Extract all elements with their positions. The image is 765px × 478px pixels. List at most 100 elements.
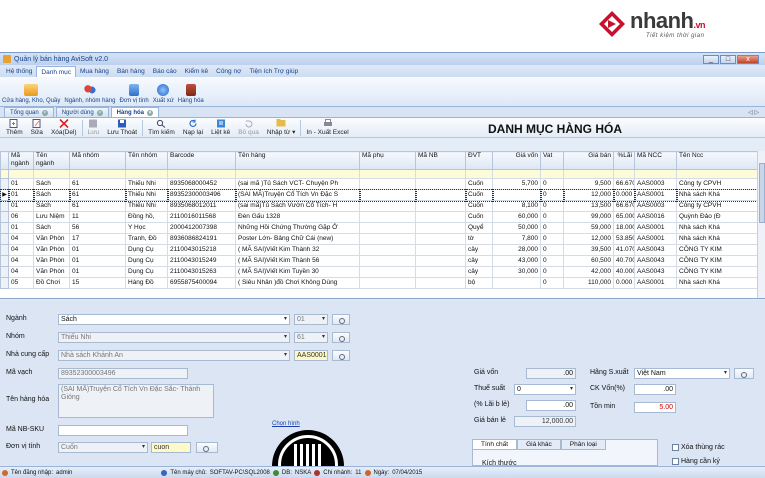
table-cell[interactable]: Cuốn	[465, 200, 493, 212]
table-cell[interactable]: 9,500	[563, 178, 614, 190]
filter-cell[interactable]	[676, 169, 761, 179]
table-cell[interactable]: ( MÃ SAI)Viết Kim Thành 56	[235, 255, 360, 267]
table-cell[interactable]: 60,500	[563, 255, 614, 267]
table-cell[interactable]: 2110043015249	[167, 255, 236, 267]
close-button[interactable]: x	[737, 54, 759, 64]
table-cell[interactable]: 8935068000452	[167, 178, 236, 190]
table-cell[interactable]: AAS0003	[634, 200, 677, 212]
table-cell[interactable]: Công ty CPVH	[676, 200, 761, 212]
table-cell[interactable]	[359, 277, 416, 289]
menu-bao-cao[interactable]: Báo cáo	[149, 66, 181, 77]
table-cell[interactable]	[415, 244, 466, 256]
table-cell[interactable]: 0.000	[612, 188, 636, 202]
tab-tinh-chat[interactable]: Tính chất	[472, 439, 518, 450]
menu-danh-muc[interactable]: Danh mục	[36, 65, 77, 77]
table-cell[interactable]: 01	[8, 200, 34, 212]
table-cell[interactable]	[415, 233, 466, 245]
table-cell[interactable]: 99,000	[563, 211, 614, 223]
table-cell[interactable]	[491, 188, 542, 202]
nhom-code-select[interactable]: 61 ▾	[294, 332, 328, 343]
table-cell[interactable]: (sai mã)Tủ Sách Vườn Cổ Tích- H	[235, 200, 360, 212]
list-button[interactable]: Liệt kê	[207, 119, 234, 136]
table-cell[interactable]: (sai mã )Tủ Sách VCT- Chuyện Ph	[235, 178, 360, 190]
table-row[interactable]: 06 Lưu Niệm 11 Đồng hồ, 2110016011568 Đèn Gấu…	[0, 211, 761, 223]
row-indicator[interactable]	[0, 233, 9, 245]
cost-price-field[interactable]: .00	[526, 368, 576, 379]
table-row[interactable]: 01 Sách 56 Y Học 2000412007398 Những Hồi Chứn…	[0, 222, 761, 234]
table-cell[interactable]: Y Học	[125, 222, 168, 234]
table-cell[interactable]: 0	[540, 255, 564, 267]
table-cell[interactable]: 01	[8, 222, 34, 234]
table-cell[interactable]: Cuốn	[465, 211, 493, 223]
table-cell[interactable]	[415, 277, 466, 289]
menu-tien-ich[interactable]: Tiện ích Trợ giúp	[245, 66, 302, 77]
column-header[interactable]: Mã phụ	[359, 151, 416, 170]
product-image[interactable]	[272, 430, 344, 470]
discount-field[interactable]: .00	[634, 384, 676, 395]
column-header[interactable]: Tên Ncc	[676, 151, 761, 170]
table-cell[interactable]: 43,000	[492, 255, 541, 267]
tab-hang-hoa[interactable]: Hàng hóa ×	[110, 107, 160, 117]
sku-field[interactable]	[58, 425, 188, 436]
ncc-lookup-button[interactable]	[332, 350, 350, 361]
row-indicator[interactable]	[0, 222, 9, 234]
column-header[interactable]: Tên ngành	[33, 151, 70, 170]
table-cell[interactable]: Những Hồi Chứng Thường Gặp Ở	[235, 222, 360, 234]
table-cell[interactable]: Quyể	[465, 222, 493, 234]
table-cell[interactable]: 110,000	[563, 277, 614, 289]
table-cell[interactable]: 2110043015218	[167, 244, 236, 256]
table-cell[interactable]: Sách	[33, 222, 70, 234]
choose-image-link[interactable]: Chọn hình	[272, 421, 300, 427]
signature-checkbox[interactable]: Hàng cần ký	[672, 458, 720, 465]
table-cell[interactable]: AAS0001	[633, 188, 678, 202]
table-cell[interactable]	[359, 222, 416, 234]
table-row[interactable]: 04 Văn Phòn 01 Dụng Cụ 2110043015263( MÃ SAI…	[0, 266, 761, 278]
table-cell[interactable]: cây	[465, 244, 493, 256]
table-cell[interactable]: Công ty CPVH	[676, 178, 761, 190]
manufacturer-lookup-button[interactable]	[734, 368, 754, 379]
table-row[interactable]: 04 Văn Phòn 17 Tranh, Đồ 8936086824191 Poster…	[0, 233, 761, 245]
filter-cell[interactable]	[69, 169, 126, 179]
reload-button[interactable]: Nạp lại	[179, 119, 207, 136]
table-cell[interactable]: 66.670	[613, 200, 635, 212]
table-cell[interactable]: 41.070	[613, 244, 635, 256]
table-cell[interactable]: Tranh, Đồ	[125, 233, 168, 245]
column-header[interactable]: Mã ngành	[8, 151, 34, 170]
table-cell[interactable]: 61	[68, 188, 127, 202]
table-cell[interactable]: 01	[7, 188, 35, 202]
table-cell[interactable]: Văn Phòn	[33, 255, 70, 267]
table-cell[interactable]: 61	[69, 200, 126, 212]
table-cell[interactable]: 89352300003496	[166, 188, 237, 202]
table-cell[interactable]: Thiếu Nhi	[125, 200, 168, 212]
min-stock-field[interactable]: 5.00	[634, 402, 676, 413]
menu-mua-hang[interactable]: Mua hàng	[76, 66, 113, 77]
menu-ban-hang[interactable]: Bán hàng	[113, 66, 149, 77]
table-cell[interactable]: 39,500	[563, 244, 614, 256]
table-cell[interactable]: (SAI MÃ)Truyện Cổ Tích Vn Đặc S	[234, 188, 361, 202]
column-header[interactable]: Mã nhóm	[69, 151, 126, 170]
table-cell[interactable]: 6955875400094	[167, 277, 236, 289]
table-cell[interactable]: 0	[540, 244, 564, 256]
close-tab-icon[interactable]: ×	[41, 109, 48, 116]
row-indicator[interactable]	[0, 178, 9, 190]
table-cell[interactable]: ( Siêu Nhân )đồ Chơi Không Dùng	[235, 277, 360, 289]
ncc-select[interactable]: Nhà sách Khánh An ▾	[58, 350, 290, 361]
table-cell[interactable]: 0	[540, 266, 564, 278]
add-button[interactable]: Thêm	[2, 119, 27, 136]
table-cell[interactable]	[492, 277, 541, 289]
table-cell[interactable]: Sách	[33, 200, 70, 212]
unit-select[interactable]: Cuốn ▾	[58, 442, 148, 453]
table-cell[interactable]	[415, 255, 466, 267]
filter-cell[interactable]	[492, 169, 541, 179]
table-cell[interactable]: 40.000	[613, 266, 635, 278]
ncc-code-field[interactable]: AAS0001	[294, 350, 328, 361]
nganh-lookup-button[interactable]	[332, 314, 350, 325]
table-cell[interactable]: Quỳnh Đảo (Đ	[676, 211, 761, 223]
table-row[interactable]: 04 Văn Phòn 01 Dụng Cụ 2110043015249( MÃ SAI…	[0, 255, 761, 267]
table-cell[interactable]	[359, 233, 416, 245]
maximize-button[interactable]: □	[720, 54, 736, 64]
filter-row[interactable]	[0, 169, 761, 179]
table-cell[interactable]: AAS0001	[634, 233, 677, 245]
table-cell[interactable]: 01	[8, 178, 34, 190]
table-cell[interactable]: 2110016011568	[167, 211, 236, 223]
